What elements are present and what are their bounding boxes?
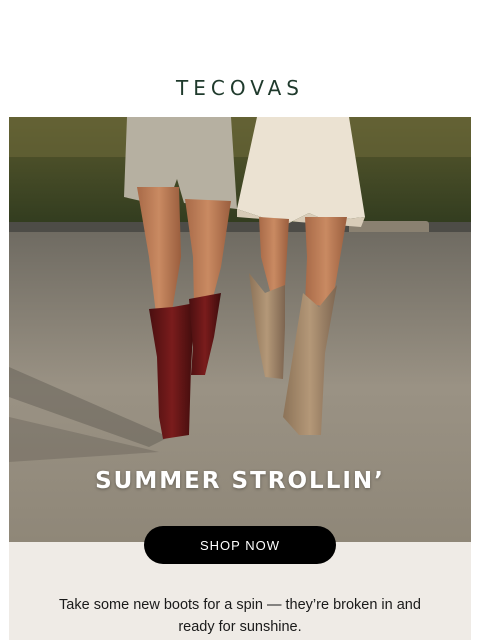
brand-logo[interactable]: TECOVAS bbox=[0, 76, 480, 100]
body-copy: Take some new boots for a spin — they’re… bbox=[59, 597, 421, 635]
email-header: TECOVAS bbox=[0, 0, 480, 117]
hero-title: SUMMER STROLLIN’ bbox=[95, 468, 385, 494]
shop-now-button[interactable]: SHOP NOW bbox=[144, 526, 336, 564]
